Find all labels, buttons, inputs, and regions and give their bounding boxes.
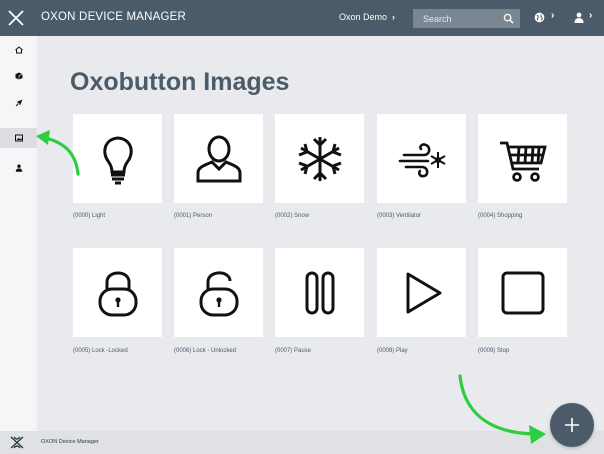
lightbulb-icon <box>102 135 133 184</box>
globe-icon[interactable] <box>534 12 545 23</box>
chevron-right-icon[interactable]: › <box>589 10 592 21</box>
chevron-right-icon[interactable]: › <box>551 10 554 21</box>
image-tile-lock-locked[interactable] <box>73 248 162 337</box>
image-tile-shopping[interactable] <box>478 114 567 203</box>
pause-icon <box>305 271 334 314</box>
image-caption: (0009) Stop <box>478 348 510 354</box>
image-tile-snow[interactable] <box>275 114 364 203</box>
image-tile-pause[interactable] <box>275 248 364 337</box>
stop-icon <box>501 271 544 314</box>
add-image-button[interactable] <box>550 403 594 447</box>
plus-icon <box>565 418 579 432</box>
image-caption: (0004) Shopping <box>478 213 523 219</box>
image-caption: (0005) Lock -Locked <box>73 348 128 354</box>
image-tile-ventilator[interactable] <box>377 114 466 203</box>
sidebar-item-users[interactable] <box>0 158 37 178</box>
user-icon <box>15 164 22 172</box>
sidebar-item-launch[interactable] <box>0 93 37 113</box>
sidebar-item-images[interactable] <box>0 128 37 148</box>
account-selector[interactable]: Oxon Demo › <box>339 12 395 22</box>
oxon-logo-icon <box>10 436 24 449</box>
user-icon[interactable] <box>574 12 584 23</box>
shopping-cart-icon <box>499 141 547 182</box>
snowflake-icon <box>297 136 342 181</box>
app-title: OXON DEVICE MANAGER <box>41 11 187 23</box>
sidebar-item-devices[interactable] <box>0 66 37 86</box>
account-label: Oxon Demo <box>339 12 388 22</box>
lock-locked-icon <box>98 271 137 316</box>
person-icon <box>196 135 241 182</box>
footer-text: OXON Device Manager <box>41 439 99 445</box>
image-caption: (0002) Snow <box>275 213 310 219</box>
image-caption: (0000) Light <box>73 213 106 219</box>
footer-bar: OXON Device Manager <box>0 431 604 454</box>
image-icon <box>14 134 23 142</box>
search-box <box>413 9 520 28</box>
image-caption: (0007) Pause <box>275 348 312 354</box>
image-caption: (0003) Ventilator <box>377 213 422 219</box>
image-tile-light[interactable] <box>73 114 162 203</box>
play-icon <box>406 272 441 313</box>
image-tile-stop[interactable] <box>478 248 567 337</box>
image-tile-play[interactable] <box>377 248 466 337</box>
search-icon[interactable] <box>503 13 514 24</box>
sidebar <box>0 36 37 431</box>
close-icon[interactable] <box>6 8 26 28</box>
rocket-icon <box>15 99 22 107</box>
home-icon <box>14 46 23 54</box>
page-title: Oxobutton Images <box>70 68 290 96</box>
image-caption: (0008) Play <box>377 348 408 354</box>
lock-unlocked-icon <box>199 270 238 316</box>
image-caption: (0006) Lock - Unlocked <box>174 348 237 354</box>
chevron-right-icon: › <box>392 12 396 22</box>
sidebar-item-home[interactable] <box>0 40 37 60</box>
search-input[interactable] <box>413 9 503 28</box>
ventilator-icon <box>398 142 445 177</box>
top-bar: OXON DEVICE MANAGER Oxon Demo › › › <box>0 0 604 36</box>
image-tile-lock-unlocked[interactable] <box>174 248 263 337</box>
image-caption: (0001) Person <box>174 213 213 219</box>
cube-icon <box>15 72 23 80</box>
image-tile-person[interactable] <box>174 114 263 203</box>
main-content: Oxobutton Images <box>37 36 604 431</box>
